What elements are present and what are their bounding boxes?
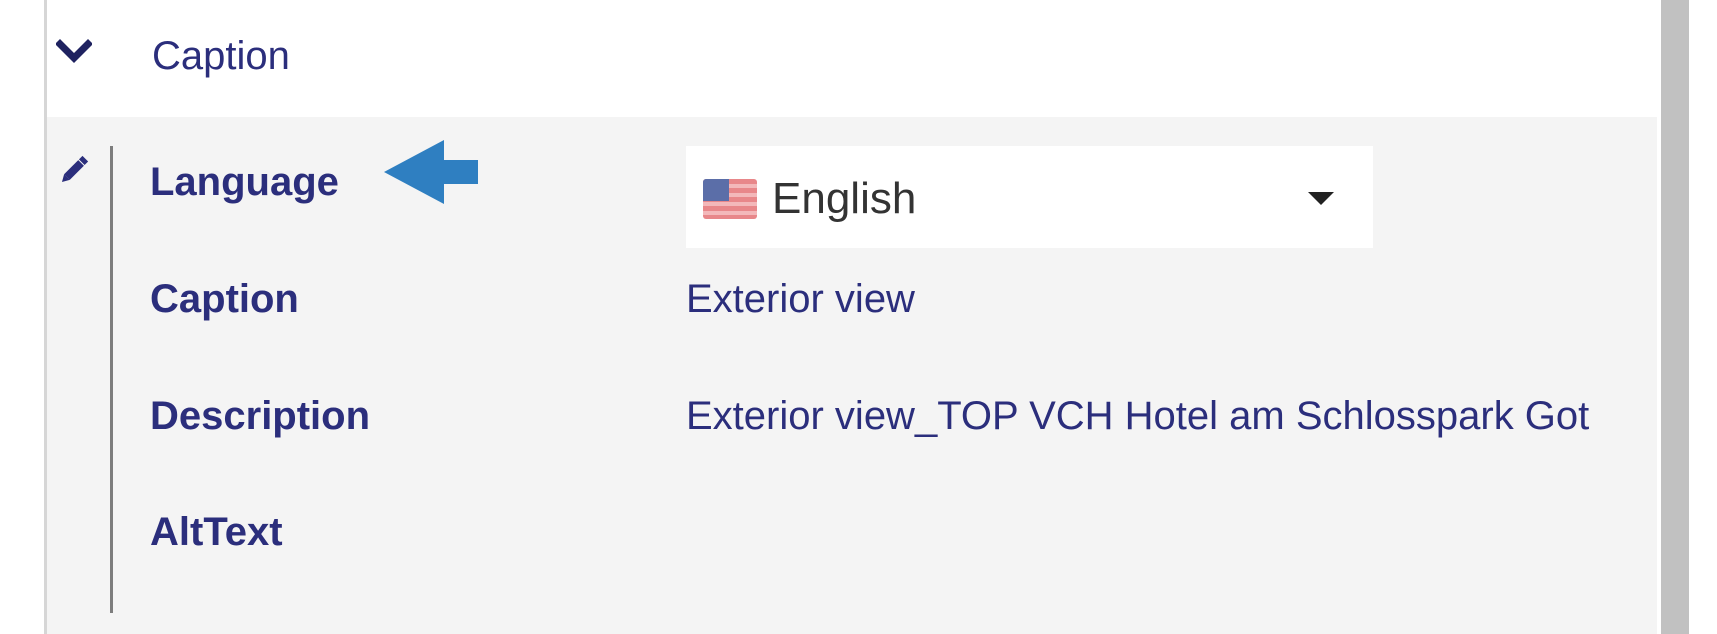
- row-divider: [110, 146, 113, 613]
- scrollbar-thumb[interactable]: [1661, 0, 1689, 634]
- alttext-label: AltText: [150, 510, 283, 554]
- description-label: Description: [150, 394, 371, 438]
- language-label: Language: [150, 160, 339, 204]
- language-select[interactable]: English: [686, 146, 1373, 248]
- arrow-left-icon: [384, 140, 478, 204]
- caption-value: Exterior view: [686, 277, 915, 321]
- us-flag-icon: [703, 179, 757, 219]
- caret-down-icon[interactable]: [1308, 192, 1334, 205]
- chevron-down-icon[interactable]: [56, 38, 92, 66]
- language-select-value: English: [772, 174, 917, 223]
- caption-label: Caption: [150, 277, 299, 321]
- pencil-icon[interactable]: [56, 152, 92, 188]
- description-value: Exterior view_TOP VCH Hotel am Schlosspa…: [686, 394, 1590, 438]
- section-title[interactable]: Caption: [152, 34, 290, 79]
